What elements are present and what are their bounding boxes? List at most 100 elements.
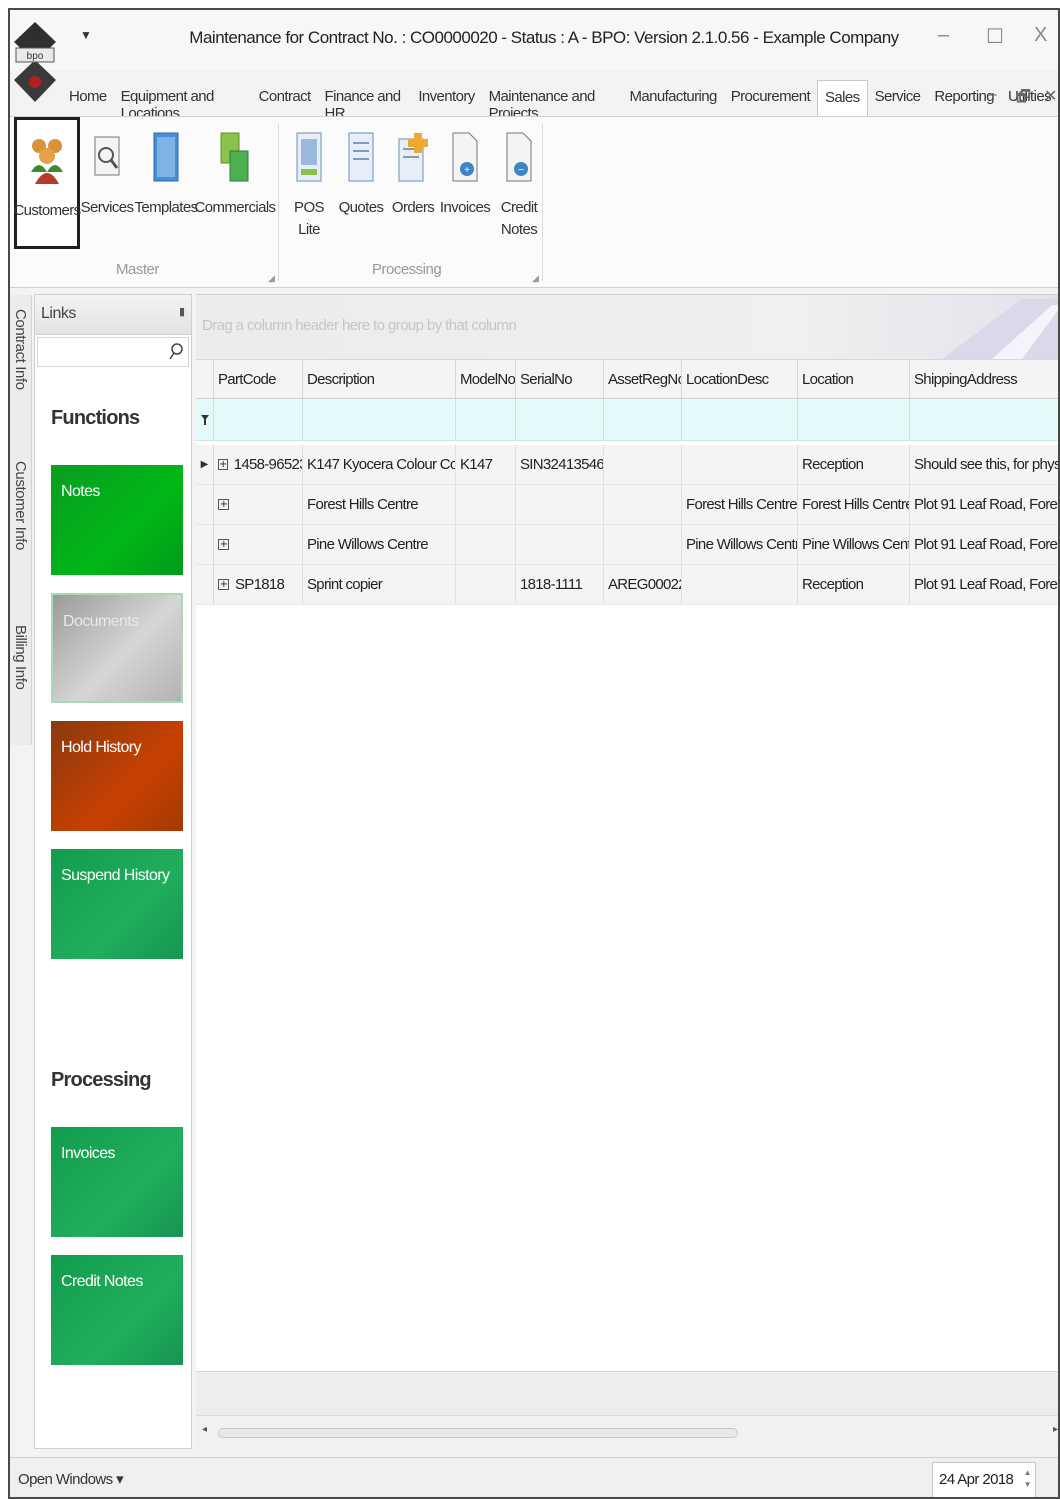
cell-modelno[interactable] bbox=[456, 485, 516, 524]
cell-partcode[interactable]: + SP1818 bbox=[214, 565, 303, 604]
cell-serialno[interactable]: SIN32413546 bbox=[516, 445, 604, 484]
column-header-locationdesc[interactable]: LocationDesc bbox=[682, 360, 798, 398]
date-field[interactable]: 24 Apr 2018 ▲ ▼ bbox=[932, 1462, 1036, 1497]
column-header-description[interactable]: Description bbox=[303, 360, 456, 398]
search-icon[interactable] bbox=[168, 342, 184, 362]
mdi-close-icon[interactable]: ✕ bbox=[1044, 86, 1057, 106]
cell-assetregno[interactable]: AREG000223 bbox=[604, 565, 682, 604]
documents-tile[interactable]: Documents bbox=[51, 593, 183, 703]
column-header-shippingaddress[interactable]: ShippingAddress bbox=[910, 360, 1058, 398]
tab-service[interactable]: Service bbox=[868, 80, 928, 116]
cell-location[interactable]: Reception bbox=[798, 565, 910, 604]
cell-locationdesc[interactable]: Forest Hills Centre bbox=[682, 485, 798, 524]
close-button[interactable]: X bbox=[1034, 24, 1047, 47]
table-row[interactable]: + SP1818 Sprint copier 1818-1111 AREG0002… bbox=[196, 565, 1058, 605]
services-button[interactable]: Services bbox=[81, 117, 134, 219]
cell-description[interactable]: Pine Willows Centre bbox=[303, 525, 456, 564]
cell-location[interactable]: Pine Willows Centre bbox=[798, 525, 910, 564]
tab-home[interactable]: Home bbox=[62, 80, 114, 116]
column-header-serialno[interactable]: SerialNo bbox=[516, 360, 604, 398]
tab-sales[interactable]: Sales bbox=[817, 80, 868, 116]
column-header-modelno[interactable]: ModelNo bbox=[456, 360, 516, 398]
cell-shippingaddress[interactable]: Plot 91 Leaf Road, Forest ... bbox=[910, 565, 1058, 604]
templates-button[interactable]: Templates bbox=[135, 117, 198, 219]
cell-modelno[interactable] bbox=[456, 565, 516, 604]
cell-serialno[interactable] bbox=[516, 525, 604, 564]
maximize-button[interactable]: ☐ bbox=[986, 24, 1004, 49]
cell-assetregno[interactable] bbox=[604, 525, 682, 564]
cell-description[interactable]: K147 Kyocera Colour Copier bbox=[303, 445, 456, 484]
tab-contract[interactable]: Contract bbox=[252, 80, 318, 116]
cell-location[interactable]: Reception bbox=[798, 445, 910, 484]
filter-cell[interactable] bbox=[303, 399, 456, 440]
expand-row-icon[interactable]: + bbox=[218, 579, 229, 590]
tab-maintenance-and-projects[interactable]: Maintenance and Projects bbox=[482, 80, 623, 122]
filter-cell[interactable] bbox=[516, 399, 604, 440]
quotes-button[interactable]: Quotes bbox=[338, 117, 384, 219]
column-header-location[interactable]: Location bbox=[798, 360, 910, 398]
column-header-partcode[interactable]: PartCode bbox=[214, 360, 303, 398]
cell-locationdesc[interactable] bbox=[682, 565, 798, 604]
cell-description[interactable]: Sprint copier bbox=[303, 565, 456, 604]
cell-description[interactable]: Forest Hills Centre bbox=[303, 485, 456, 524]
customers-button[interactable]: Customers bbox=[13, 117, 81, 249]
cell-location[interactable]: Forest Hills Centre bbox=[798, 485, 910, 524]
tab-finance-and-hr[interactable]: Finance and HR bbox=[318, 80, 412, 122]
filter-cell[interactable] bbox=[798, 399, 910, 440]
filter-cell[interactable] bbox=[604, 399, 682, 440]
filter-cell[interactable] bbox=[682, 399, 798, 440]
notes-tile[interactable]: Notes bbox=[51, 465, 183, 575]
table-row[interactable]: ▶ +1458-96523 K147 Kyocera Colour Copier… bbox=[196, 445, 1058, 485]
cell-partcode[interactable]: + bbox=[214, 525, 303, 564]
filter-cell[interactable] bbox=[910, 399, 1058, 440]
cell-locationdesc[interactable] bbox=[682, 445, 798, 484]
pin-icon[interactable]: ▮ bbox=[179, 305, 185, 318]
side-tab-billing-info[interactable]: Billing Info bbox=[12, 625, 29, 689]
cell-modelno[interactable]: K147 bbox=[456, 445, 516, 484]
cell-partcode[interactable]: +1458-96523 bbox=[214, 445, 303, 484]
invoices-button[interactable]: + Invoices bbox=[440, 117, 491, 219]
credit-notes-button[interactable]: − Credit Notes bbox=[494, 117, 544, 241]
hold-history-tile[interactable]: Hold History bbox=[51, 721, 183, 831]
horizontal-scrollbar[interactable]: ◂ ▸ bbox=[196, 1415, 1058, 1449]
scroll-right-icon[interactable]: ▸ bbox=[1053, 1424, 1058, 1435]
cell-assetregno[interactable] bbox=[604, 485, 682, 524]
restore-icon[interactable]: 🗗 bbox=[1016, 86, 1031, 113]
cell-partcode[interactable]: + bbox=[214, 485, 303, 524]
suspend-history-tile[interactable]: Suspend History bbox=[51, 849, 183, 959]
column-header-assetregno[interactable]: AssetRegNo bbox=[604, 360, 682, 398]
table-row[interactable]: + Forest Hills Centre Forest Hills Centr… bbox=[196, 485, 1058, 525]
minimize-button[interactable]: – bbox=[938, 24, 949, 47]
cell-modelno[interactable] bbox=[456, 525, 516, 564]
tab-manufacturing[interactable]: Manufacturing bbox=[622, 80, 723, 116]
scrollbar-thumb[interactable] bbox=[218, 1428, 738, 1438]
tab-equipment-and-locations[interactable]: Equipment and Locations bbox=[114, 80, 252, 122]
orders-button[interactable]: Orders bbox=[390, 117, 436, 219]
credit-notes-tile[interactable]: Credit Notes bbox=[51, 1255, 183, 1365]
side-tab-customer-info[interactable]: Customer Info bbox=[12, 461, 29, 550]
commercials-button[interactable]: Commercials bbox=[195, 117, 276, 219]
cell-shippingaddress[interactable]: Should see this, for physica... bbox=[910, 445, 1058, 484]
expand-row-icon[interactable]: + bbox=[218, 539, 229, 550]
master-group-launcher-icon[interactable]: ◢ bbox=[268, 273, 275, 284]
filter-cell[interactable] bbox=[214, 399, 303, 440]
scroll-left-icon[interactable]: ◂ bbox=[202, 1424, 207, 1435]
open-windows-menu[interactable]: Open Windows ▾ bbox=[18, 1470, 124, 1488]
pos-lite-button[interactable]: POS Lite bbox=[284, 117, 334, 241]
date-spinner-icon[interactable]: ▲ ▼ bbox=[1024, 1467, 1032, 1491]
cell-shippingaddress[interactable]: Plot 91 Leaf Road, Forest ... bbox=[910, 485, 1058, 524]
cell-serialno[interactable]: 1818-1111 bbox=[516, 565, 604, 604]
processing-group-launcher-icon[interactable]: ◢ bbox=[532, 273, 539, 284]
side-tab-contract-info[interactable]: Contract Info bbox=[12, 309, 29, 390]
ribbon-minimize-icon[interactable]: – bbox=[988, 86, 997, 104]
expand-row-icon[interactable]: + bbox=[218, 459, 228, 470]
filter-cell[interactable] bbox=[456, 399, 516, 440]
links-search-input[interactable] bbox=[38, 338, 158, 364]
group-by-panel[interactable]: Drag a column header here to group by th… bbox=[196, 295, 1058, 359]
cell-shippingaddress[interactable]: Plot 91 Leaf Road, Forest ... bbox=[910, 525, 1058, 564]
expand-row-icon[interactable]: + bbox=[218, 499, 229, 510]
tab-procurement[interactable]: Procurement bbox=[724, 80, 817, 116]
invoices-tile[interactable]: Invoices bbox=[51, 1127, 183, 1237]
cell-locationdesc[interactable]: Pine Willows Centre bbox=[682, 525, 798, 564]
cell-assetregno[interactable] bbox=[604, 445, 682, 484]
